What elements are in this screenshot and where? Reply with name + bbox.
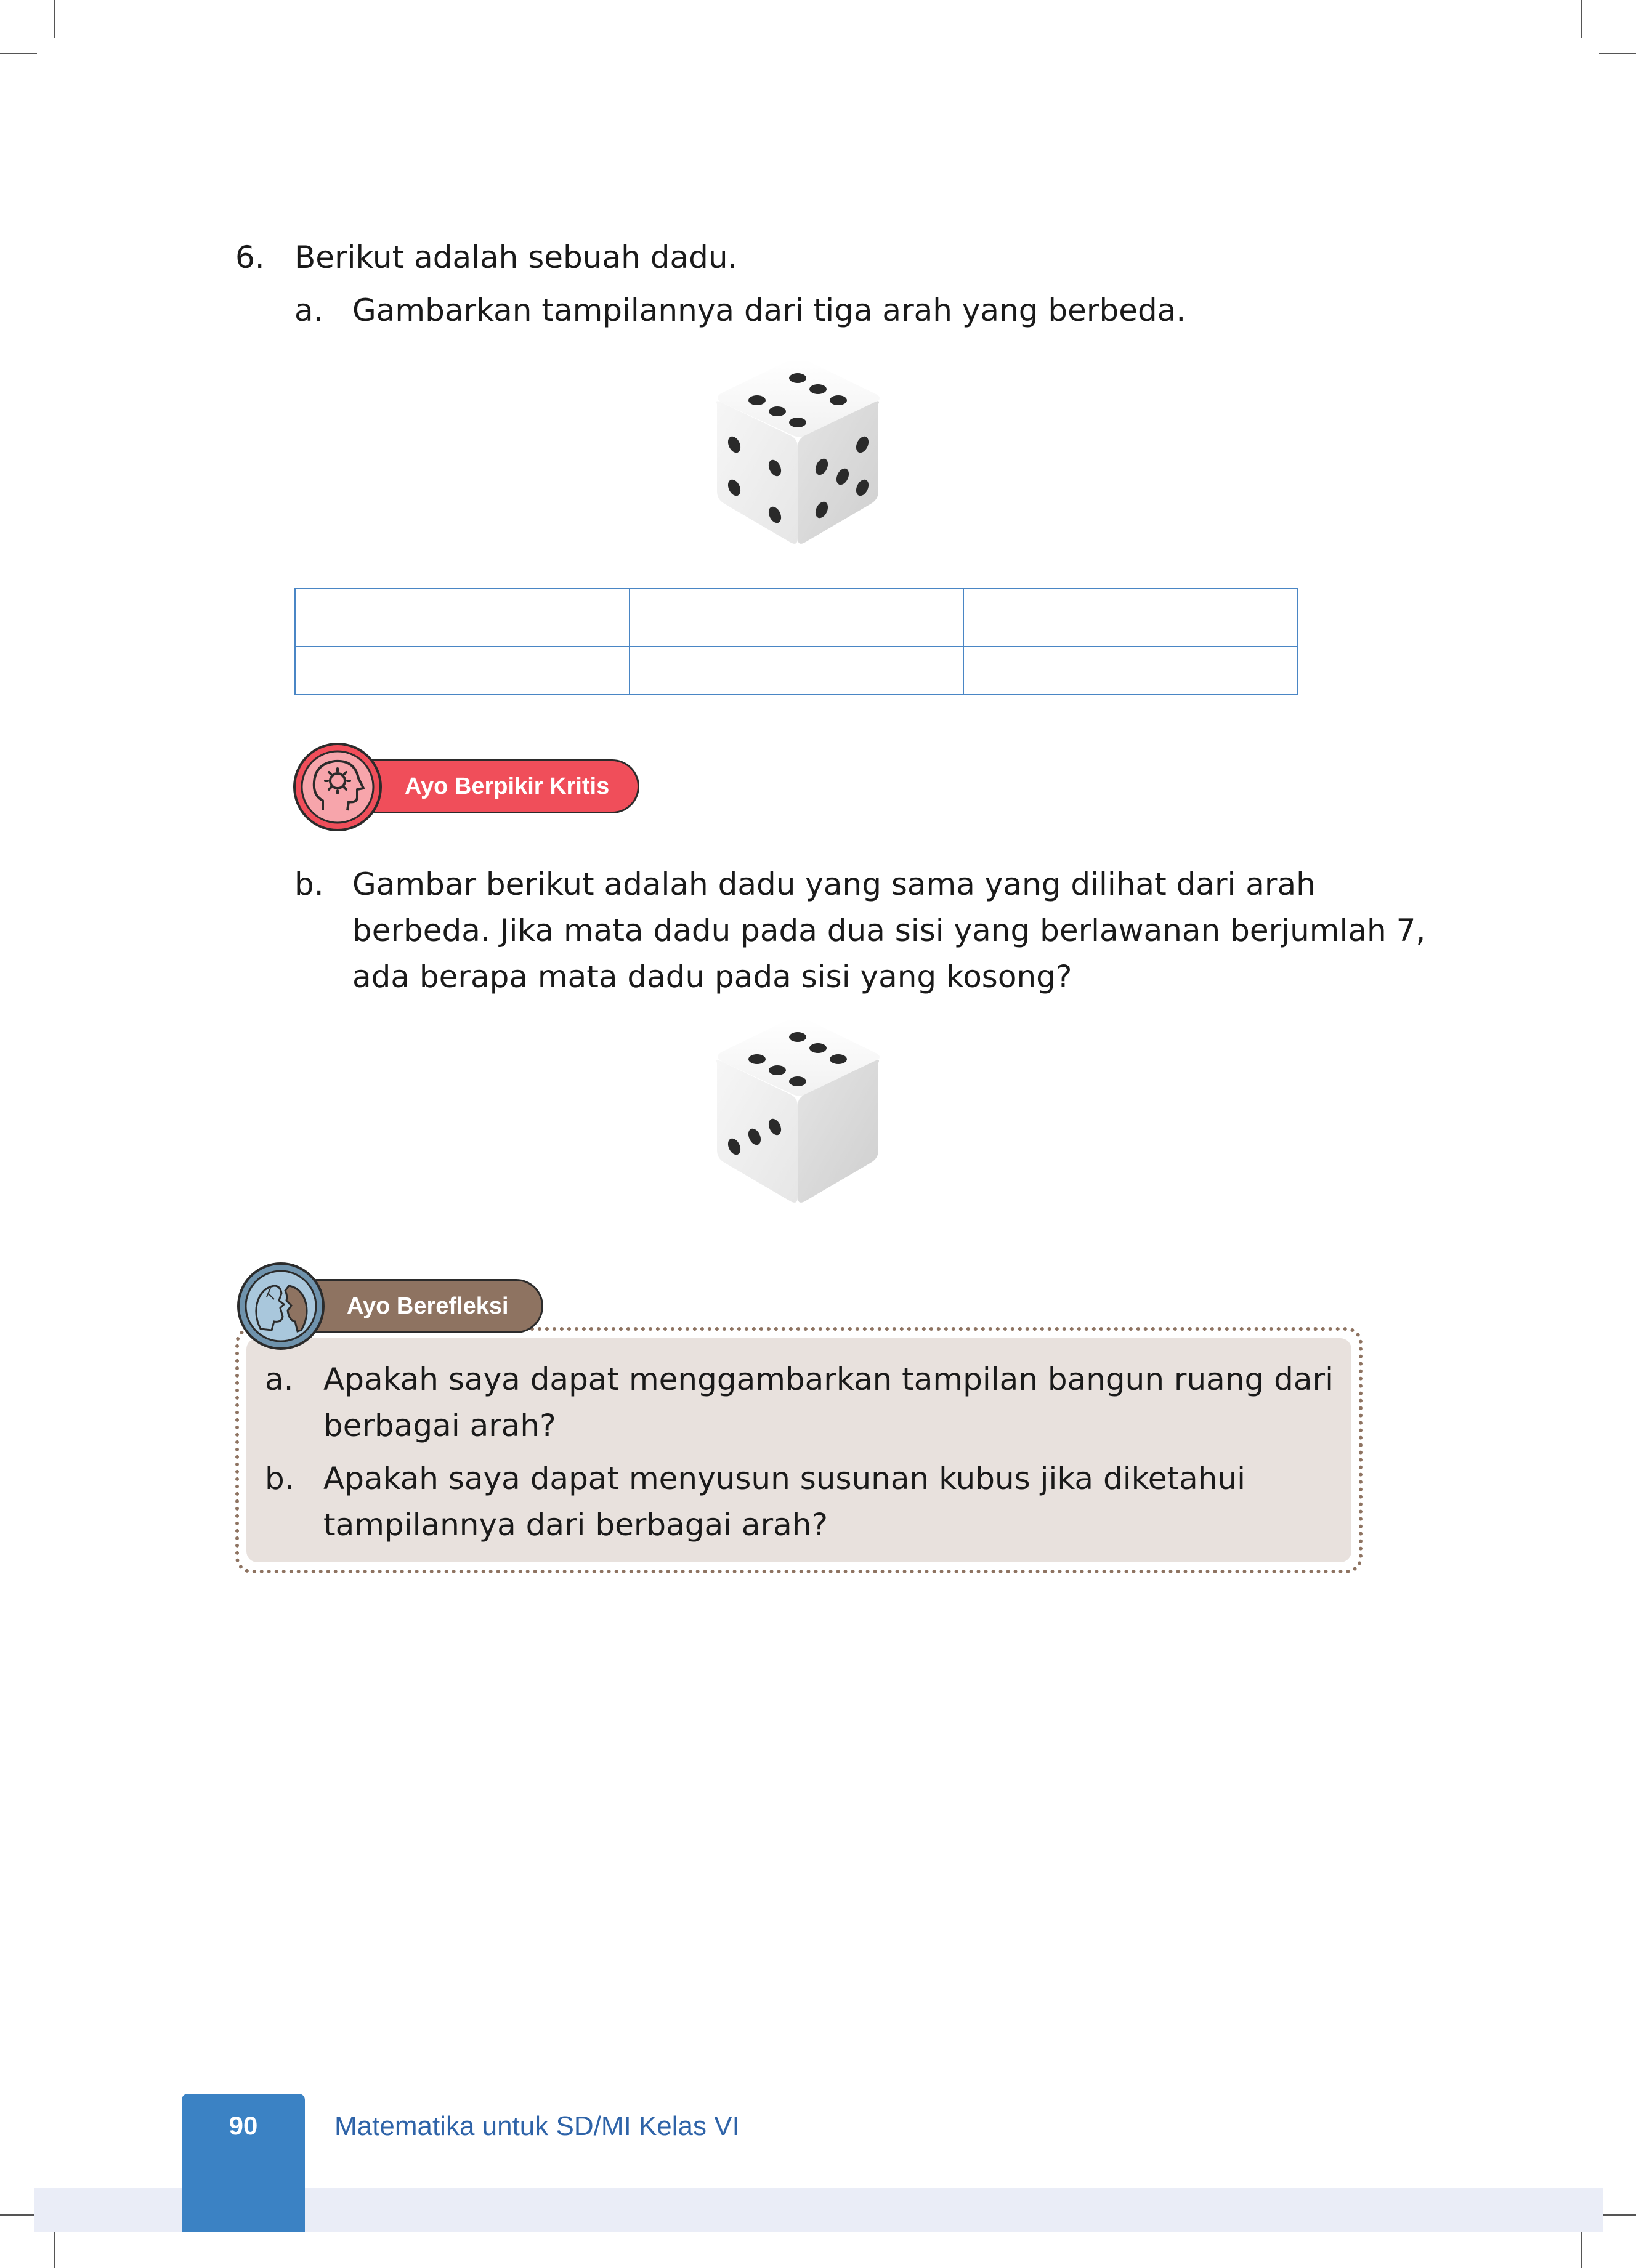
part-b-line: Gambar berikut adalah dadu yang sama yan… (352, 866, 1316, 902)
crop-mark (1599, 53, 1636, 54)
answer-table (294, 588, 1298, 695)
reflection-item-label: b. (265, 1461, 294, 1496)
reflection-item-label: a. (265, 1362, 294, 1397)
dice-image (716, 359, 880, 544)
reflection-label: Ayo Berefleksi (347, 1293, 509, 1319)
table-cell[interactable] (963, 588, 1298, 647)
table-row (294, 588, 1298, 647)
crop-mark (0, 53, 37, 54)
question-text: Berikut adalah sebuah dadu. (294, 240, 738, 275)
crop-mark (0, 2214, 37, 2216)
critical-thinking-label: Ayo Berpikir Kritis (405, 773, 610, 799)
reflection-item-line: tampilannya dari berbagai arah? (323, 1507, 828, 1543)
crop-mark (54, 2230, 55, 2268)
dice-image (716, 1018, 880, 1203)
table-cell[interactable] (963, 646, 1298, 695)
part-a-label: a. (294, 293, 323, 328)
question-number: 6. (235, 240, 265, 275)
page-number-tab: 90 (182, 2094, 305, 2232)
crop-mark (1599, 2214, 1636, 2216)
part-b-line: berbeda. Jika mata dadu pada dua sisi ya… (352, 913, 1426, 948)
two-faces-icon (237, 1262, 325, 1350)
table-cell[interactable] (628, 646, 965, 695)
crop-mark (1581, 2230, 1582, 2268)
head-gear-icon (293, 743, 382, 831)
table-cell[interactable] (294, 588, 630, 647)
crop-mark (1581, 0, 1582, 38)
table-row (294, 646, 1298, 695)
book-title: Matematika untuk SD/MI Kelas VI (334, 2111, 740, 2141)
part-b-label: b. (294, 866, 324, 902)
page-number: 90 (229, 2111, 258, 2140)
reflection-badge: Ayo Berefleksi (290, 1279, 543, 1333)
table-cell[interactable] (294, 646, 630, 695)
part-b-line: ada berapa mata dadu pada sisi yang koso… (352, 959, 1072, 995)
critical-thinking-badge: Ayo Berpikir Kritis (345, 759, 639, 813)
reflection-item-line: berbagai arah? (323, 1408, 556, 1443)
part-a-text: Gambarkan tampilannya dari tiga arah yan… (352, 293, 1186, 328)
crop-mark (54, 0, 55, 38)
reflection-item-line: Apakah saya dapat menggambarkan tampilan… (323, 1362, 1334, 1397)
reflection-item-line: Apakah saya dapat menyusun susunan kubus… (323, 1461, 1246, 1496)
table-cell[interactable] (628, 588, 965, 647)
